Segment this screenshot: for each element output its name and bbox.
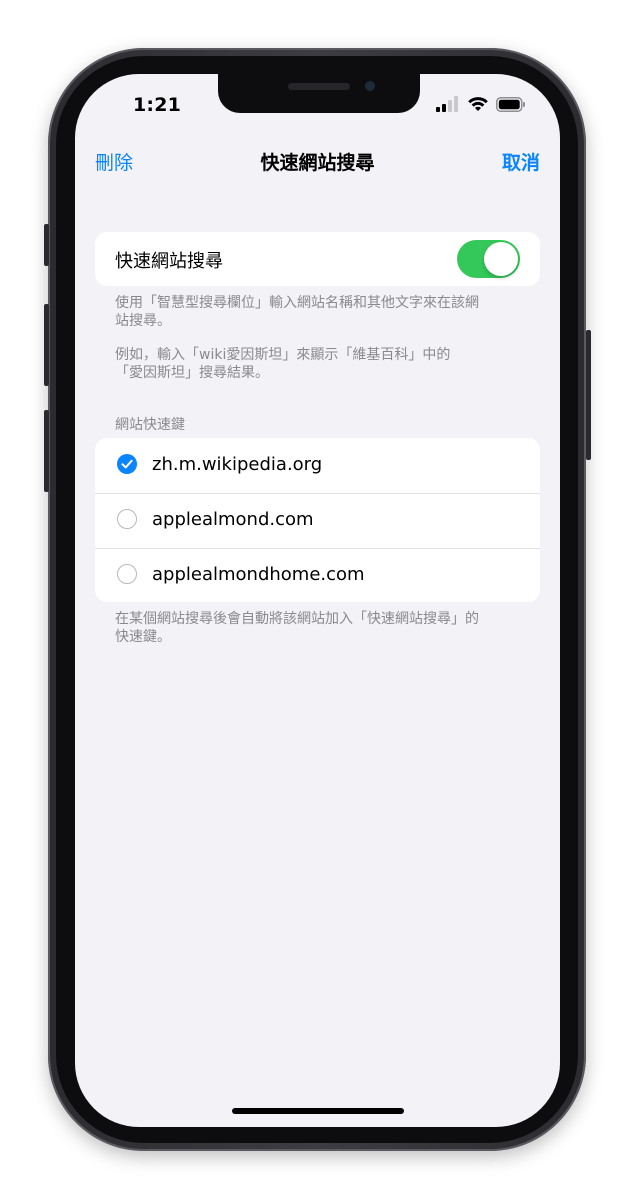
site-label: applealmond.com <box>152 509 314 530</box>
speaker <box>288 83 350 90</box>
status-icons <box>436 96 526 116</box>
wifi-icon <box>467 96 489 116</box>
screen: 1:21 刪除 快速網站搜尋 取消 快速網站搜尋 使用「智慧型搜尋欄位」輸入網站… <box>75 74 560 1127</box>
note-line: 快速鍵。 <box>115 629 171 645</box>
toggle-example: 例如，輸入「wiki愛因斯坦」來顯示「維基百科」中的 「愛因斯坦」搜尋結果。 <box>115 346 525 382</box>
unchecked-circle-icon <box>117 509 137 529</box>
site-label: applealmondhome.com <box>152 564 365 585</box>
quick-website-search-label: 快速網站搜尋 <box>115 251 223 272</box>
list-item[interactable]: zh.m.wikipedia.org <box>95 438 540 493</box>
toggle-description: 使用「智慧型搜尋欄位」輸入網站名稱和其他文字來在該網 站搜尋。 <box>115 294 525 330</box>
action-button <box>44 224 49 266</box>
list-item[interactable]: applealmondhome.com <box>95 548 540 603</box>
cellular-signal-icon <box>436 96 460 116</box>
volume-up-button <box>44 304 49 386</box>
cancel-button[interactable]: 取消 <box>502 148 540 175</box>
camera <box>365 81 375 91</box>
site-label: zh.m.wikipedia.org <box>152 454 323 475</box>
battery-icon <box>496 97 526 116</box>
unchecked-circle-icon <box>117 564 137 584</box>
description-line: 使用「智慧型搜尋欄位」輸入網站名稱和其他文字來在該網 <box>115 295 479 311</box>
list-item[interactable]: applealmond.com <box>95 493 540 548</box>
power-button <box>586 330 591 460</box>
description-line: 站搜尋。 <box>115 313 171 329</box>
home-indicator[interactable] <box>232 1108 404 1114</box>
toggle-knob <box>484 242 518 276</box>
section-header: 網站快速鍵 <box>115 417 185 433</box>
note-line: 在某個網站搜尋後會自動將該網站加入「快速網站搜尋」的 <box>115 611 479 627</box>
quick-website-search-toggle[interactable] <box>457 240 520 278</box>
example-line: 例如，輸入「wiki愛因斯坦」來顯示「維基百科」中的 <box>115 347 451 363</box>
checkmark-icon <box>117 454 137 474</box>
volume-down-button <box>44 410 49 492</box>
site-shortcuts-note: 在某個網站搜尋後會自動將該網站加入「快速網站搜尋」的 快速鍵。 <box>115 610 525 646</box>
example-line: 「愛因斯坦」搜尋結果。 <box>115 365 269 381</box>
notch <box>218 74 420 113</box>
page-title: 快速網站搜尋 <box>260 152 375 174</box>
site-shortcuts-list: zh.m.wikipedia.org applealmond.com apple… <box>95 438 540 602</box>
quick-website-search-row: 快速網站搜尋 <box>95 232 540 286</box>
status-time: 1:21 <box>133 94 182 116</box>
